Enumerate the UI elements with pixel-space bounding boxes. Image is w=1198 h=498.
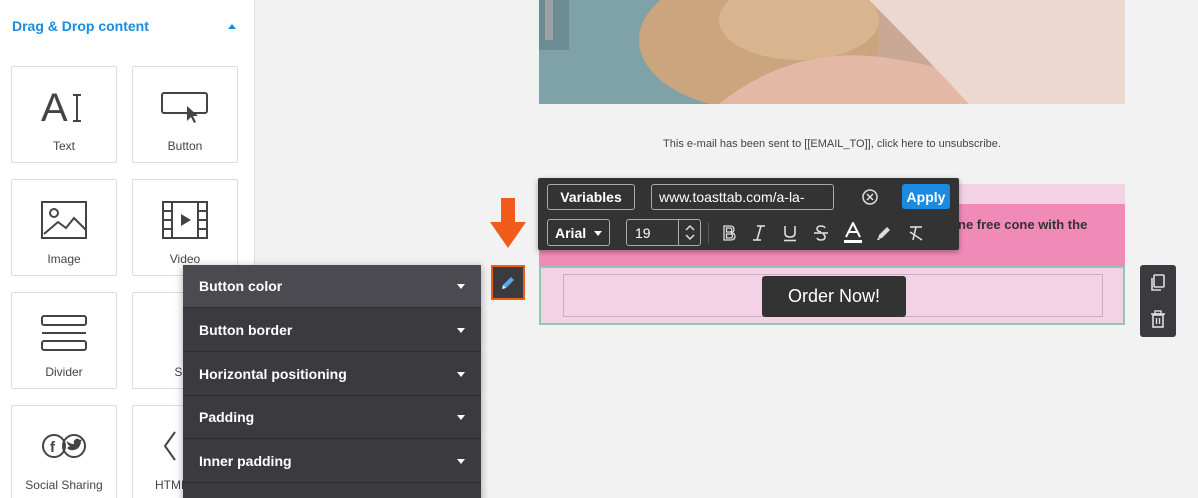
text-icon: A	[12, 85, 116, 129]
bold-icon[interactable]	[716, 220, 742, 246]
apply-button[interactable]: Apply	[902, 184, 950, 209]
edit-pencil-button[interactable]	[491, 265, 525, 300]
chevron-down-icon	[457, 458, 465, 464]
underline-icon[interactable]	[777, 220, 803, 246]
link-url-input[interactable]	[651, 184, 834, 210]
strikethrough-icon[interactable]	[808, 220, 834, 246]
chevron-down-icon	[594, 231, 602, 236]
prop-label: Padding	[199, 409, 255, 425]
prop-inner-padding[interactable]: Inner padding	[183, 440, 481, 483]
section-title: Drag & Drop content	[12, 18, 149, 34]
prop-label: Button color	[199, 278, 283, 294]
chevron-down-icon	[457, 414, 465, 420]
highlight-icon[interactable]	[871, 220, 897, 246]
tile-divider[interactable]: Divider	[11, 292, 117, 389]
variables-button[interactable]: Variables	[547, 184, 635, 210]
pencil-icon	[502, 276, 514, 289]
prop-button-border[interactable]: Button border	[183, 309, 481, 352]
font-family-select[interactable]: Arial	[547, 219, 610, 246]
prop-label: Button border	[199, 322, 293, 338]
tile-label: Text	[52, 139, 75, 153]
tile-image[interactable]: Image	[11, 179, 117, 276]
tile-text[interactable]: A Text	[11, 66, 117, 163]
tile-label: Image	[47, 252, 81, 266]
prop-label: Horizontal positioning	[199, 366, 347, 382]
tile-social-sharing[interactable]: f Social Sharing	[11, 405, 117, 498]
image-icon	[12, 198, 116, 242]
promo-text: ne free cone with the	[958, 217, 1088, 232]
block-actions	[1140, 265, 1176, 337]
tile-label: Social Sharing	[25, 478, 103, 492]
svg-text:f: f	[50, 439, 56, 456]
button-icon	[133, 85, 237, 129]
clear-format-icon[interactable]	[903, 220, 929, 246]
tile-label: Video	[169, 252, 201, 266]
tile-label: Button	[167, 139, 203, 153]
unsubscribe-text[interactable]: This e-mail has been sent to [[EMAIL_TO]…	[539, 138, 1125, 150]
toolbar-separator	[708, 222, 709, 244]
font-size-input[interactable]: 19	[626, 219, 701, 246]
arrow-down-icon	[490, 198, 526, 255]
prop-button-color[interactable]: Button color	[183, 265, 481, 308]
chevron-down-icon	[457, 327, 465, 333]
chevron-up-icon	[228, 23, 236, 29]
tile-button[interactable]: Button	[132, 66, 238, 163]
button-properties-panel: Button color Button border Horizontal po…	[183, 265, 481, 498]
social-sharing-icon: f	[12, 424, 116, 468]
svg-text:A: A	[41, 87, 68, 127]
font-family-value: Arial	[555, 224, 587, 241]
drag-drop-section-header[interactable]: Drag & Drop content	[12, 16, 242, 36]
chevron-down-icon	[457, 371, 465, 377]
prop-padding[interactable]: Padding	[183, 396, 481, 439]
chevron-down-icon	[457, 283, 465, 289]
font-size-stepper[interactable]	[678, 220, 700, 245]
clear-circle-icon[interactable]	[862, 189, 878, 205]
italic-icon[interactable]	[746, 220, 772, 246]
order-now-button[interactable]: Order Now!	[762, 276, 906, 317]
tile-label: Divider	[45, 365, 83, 379]
font-size-value: 19	[635, 224, 651, 241]
duplicate-icon[interactable]	[1140, 265, 1176, 301]
prop-horizontal-positioning[interactable]: Horizontal positioning	[183, 353, 481, 396]
prop-label: Inner padding	[199, 453, 292, 469]
hero-image[interactable]	[539, 0, 1125, 104]
trash-icon[interactable]	[1140, 301, 1176, 337]
text-color-icon[interactable]	[840, 220, 866, 246]
tile-video[interactable]: Video	[132, 179, 238, 276]
video-icon	[133, 198, 237, 242]
divider-icon	[12, 311, 116, 355]
text-toolbar: Variables Apply Arial 19	[538, 178, 959, 250]
button-block-selected[interactable]: Order Now!	[539, 266, 1125, 325]
